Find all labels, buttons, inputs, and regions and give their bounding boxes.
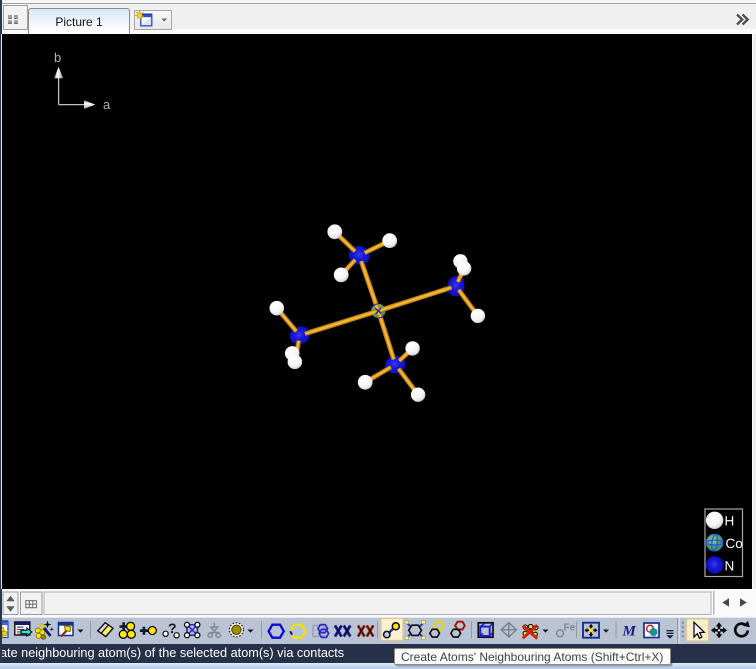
svg-text:Co: Co <box>725 536 742 551</box>
svg-text:H: H <box>724 514 734 529</box>
svg-text:N: N <box>724 559 734 574</box>
svg-text:b: b <box>54 50 61 65</box>
svg-text:Fe: Fe <box>564 623 576 634</box>
svg-text:M: M <box>622 624 637 640</box>
svg-text:a: a <box>103 97 111 112</box>
